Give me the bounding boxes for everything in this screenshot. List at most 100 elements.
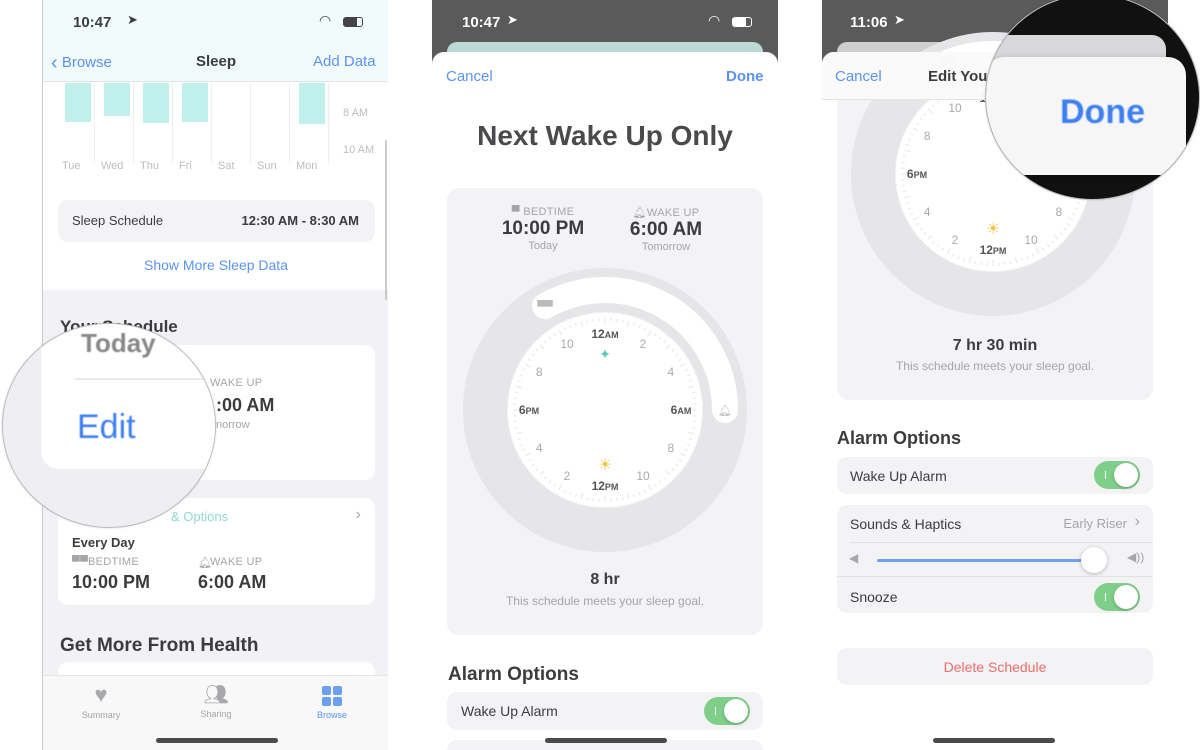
show-more-link[interactable]: Show More Sleep Data xyxy=(43,257,388,273)
page-title: Sleep xyxy=(195,53,237,70)
add-data-button[interactable]: Add Data xyxy=(313,53,376,70)
chart-gridline xyxy=(94,83,95,163)
tab-sharing[interactable]: 👥︎ Sharing xyxy=(176,682,256,719)
clock-hour-label: 2 xyxy=(640,337,647,351)
clock-tick xyxy=(586,497,589,501)
chart-gridline xyxy=(289,83,290,163)
sleep-bar xyxy=(299,83,325,124)
chart-day-label: Thu xyxy=(140,160,159,172)
sleep-bar xyxy=(143,83,169,123)
clock-hour-label: 8 xyxy=(1055,205,1062,219)
clock-hour-label: 10 xyxy=(948,101,962,115)
clock-hour-label: 12PM xyxy=(980,243,1007,257)
clock-hour-label: 8 xyxy=(667,441,674,455)
clock-hour-label: 10 xyxy=(636,469,650,483)
clock-tick xyxy=(692,426,696,429)
chart-day-label: Mon xyxy=(296,160,318,172)
grid-icon xyxy=(322,686,342,706)
alarm-options-heading: Alarm Options xyxy=(837,428,962,448)
clock-tick xyxy=(692,391,696,394)
duration-label: 7 hr 30 min xyxy=(952,337,1038,354)
status-time: 10:47 xyxy=(73,14,112,31)
sleep-chart: Tue Wed Thu Fri Sat Sun Mon 8 AM 10 AM xyxy=(43,83,388,178)
tab-browse[interactable]: Browse xyxy=(292,682,372,720)
goal-note: This schedule meets your sleep goal. xyxy=(505,594,705,608)
snooze-toggle[interactable] xyxy=(1094,583,1140,611)
clock-hour-label: 4 xyxy=(924,205,931,219)
clock-tick xyxy=(514,391,518,394)
bedtime-handle-bed-icon[interactable]: ▀▀ xyxy=(537,299,553,313)
duration-label: 8 hr xyxy=(590,571,620,588)
today-label: Today xyxy=(81,328,156,358)
sleep-schedule-row[interactable]: Sleep Schedule 12:30 AM - 8:30 AM xyxy=(58,200,375,242)
sun-icon: ☀ xyxy=(986,221,1000,238)
sounds-haptics-row[interactable]: Sounds & Haptics Early Riser › xyxy=(837,505,1153,542)
wake-alarm-toggle[interactable] xyxy=(704,697,750,725)
wakeup-handle-bell-icon[interactable]: 🔔︎ xyxy=(718,404,732,417)
volume-slider-thumb[interactable] xyxy=(1080,547,1107,573)
clock-hour-label: 6PM xyxy=(907,167,927,181)
clock-hour-label: 12PM xyxy=(592,479,619,493)
home-indicator xyxy=(933,738,1055,743)
home-indicator xyxy=(545,738,667,743)
edit-button[interactable]: Edit xyxy=(77,408,136,447)
chart-y-label: 8 AM xyxy=(343,107,369,119)
location-icon: ➤ xyxy=(127,12,138,27)
wake-alarm-toggle[interactable] xyxy=(1094,461,1140,489)
clock-hour-label: 10 xyxy=(560,337,574,351)
heart-icon: ♥ xyxy=(94,682,108,707)
chart-day-label: Wed xyxy=(101,160,124,172)
chevron-right-icon: › xyxy=(1134,513,1140,530)
sleep-bar xyxy=(182,83,208,122)
screen-next-wake-up: 10:47 ➤ ◠ Cancel Done Next Wake Up Only … xyxy=(432,0,778,750)
back-button[interactable]: ‹ Browse xyxy=(51,52,112,75)
sleep-bar xyxy=(104,83,130,116)
get-more-heading: Get More From Health xyxy=(60,635,259,656)
chevron-right-icon: › xyxy=(355,506,361,523)
chart-gridline xyxy=(133,83,134,163)
chart-y-label: 10 AM xyxy=(343,144,375,156)
chart-day-label: Tue xyxy=(62,160,81,172)
volume-slider[interactable] xyxy=(877,547,1107,573)
goal-note: This schedule meets your sleep goal. xyxy=(895,359,1095,373)
chart-day-label: Sun xyxy=(257,160,277,172)
battery-icon xyxy=(343,17,363,27)
chart-gridline xyxy=(211,83,212,163)
clock-hour-label: 4 xyxy=(536,441,543,455)
magnifier-done: Done xyxy=(985,0,1200,200)
wake-alarm-row: Wake Up Alarm xyxy=(837,457,1153,494)
clock-hour-label: 2 xyxy=(564,469,571,483)
clock-tick xyxy=(514,426,518,429)
clock-hour-label: 4 xyxy=(667,365,674,379)
home-indicator xyxy=(156,738,278,743)
chart-gridline xyxy=(172,83,173,163)
clock-tick xyxy=(1009,261,1012,265)
clock-hour-label: 12AM xyxy=(591,327,618,341)
clock-hour-label: 10 xyxy=(1024,233,1038,247)
clock-tick xyxy=(974,261,977,265)
sounds-group: Sounds & Haptics Early Riser › ◀ ◀)) Sno… xyxy=(837,505,1153,613)
chevron-left-icon: ‹ xyxy=(51,52,58,74)
volume-high-icon: ◀)) xyxy=(1127,550,1145,564)
clock-hour-label: 8 xyxy=(924,129,931,143)
alarm-options-heading: Alarm Options xyxy=(448,664,579,685)
chart-gridline xyxy=(328,83,329,163)
scrollbar[interactable] xyxy=(385,140,387,300)
sleep-clock-dial[interactable]: 12AM 2 4 6AM 8 10 12PM 2 4 6PM 8 10 ✦ ☀ ▀▀ 🔔︎ xyxy=(432,0,778,750)
clock-hour-label: 6AM xyxy=(671,403,692,417)
clock-hour-label: 8 xyxy=(536,365,543,379)
magnifier-edit: Today Edit xyxy=(2,323,216,528)
done-button[interactable]: Done xyxy=(1060,93,1145,132)
clock-hour-label: 6PM xyxy=(519,403,539,417)
clock-tick xyxy=(621,319,624,323)
tab-summary[interactable]: ♥ Summary xyxy=(61,682,141,720)
sun-icon: ☀ xyxy=(598,457,612,474)
snooze-label: Snooze xyxy=(850,589,898,605)
clock-tick xyxy=(902,190,906,193)
wifi-icon: ◠ xyxy=(319,12,332,28)
cancel-button[interactable]: Cancel xyxy=(835,68,882,85)
sleep-bar xyxy=(65,83,91,122)
delete-schedule-button[interactable]: Delete Schedule xyxy=(837,648,1153,685)
sheet-title: Edit Your xyxy=(928,68,994,85)
sparkle-icon: ✦ xyxy=(599,346,611,362)
